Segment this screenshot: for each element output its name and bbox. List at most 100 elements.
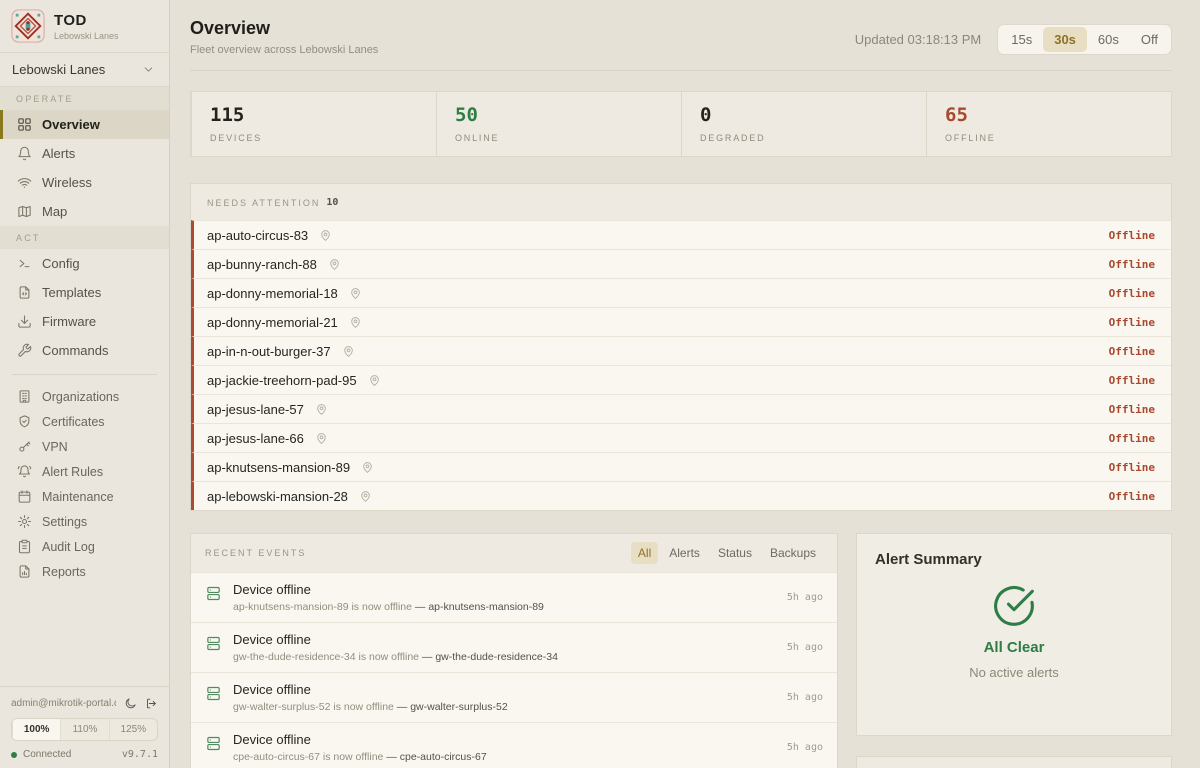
brand-text: TOD Lebowski Lanes: [54, 12, 119, 41]
building-icon: [17, 389, 32, 404]
sidebar-item-certificates[interactable]: Certificates: [0, 409, 169, 434]
server-icon: [205, 635, 222, 652]
map-pin-icon[interactable]: [349, 316, 362, 329]
device-status: Offline: [1109, 345, 1155, 358]
sidebar-item-overview[interactable]: Overview: [0, 110, 169, 139]
ui-zoom-control: 100%110%125%: [11, 718, 158, 741]
attention-row[interactable]: ap-jackie-treehorn-pad-95 Offline: [191, 365, 1171, 394]
event-filter-all[interactable]: All: [631, 542, 658, 564]
tod-logo-icon: [11, 9, 45, 43]
event-row[interactable]: Device offline gw-walter-surplus-52 is n…: [191, 672, 837, 722]
needs-attention-label: NEEDS ATTENTION: [207, 198, 320, 208]
attention-row[interactable]: ap-donny-memorial-18 Offline: [191, 278, 1171, 307]
sidebar-item-maintenance[interactable]: Maintenance: [0, 484, 169, 509]
sidebar-item-settings[interactable]: Settings: [0, 509, 169, 534]
section-label-operate: OPERATE: [0, 87, 169, 110]
gear-icon: [17, 514, 32, 529]
section-label-act: ACT: [0, 226, 169, 249]
device-status: Offline: [1109, 229, 1155, 242]
map-pin-icon[interactable]: [315, 403, 328, 416]
event-time: 5h ago: [787, 692, 823, 703]
event-title: Device offline: [233, 632, 558, 647]
sidebar-item-config[interactable]: Config: [0, 249, 169, 278]
org-selector[interactable]: Lebowski Lanes: [0, 53, 169, 87]
theme-toggle-moon-icon[interactable]: [124, 697, 137, 710]
event-body: Device offline gw-walter-surplus-52 is n…: [233, 682, 508, 713]
key-icon: [17, 439, 32, 454]
device-status: Offline: [1109, 461, 1155, 474]
user-email: admin@mikrotik-portal.dev: [11, 698, 116, 709]
app-version: v9.7.1: [122, 749, 158, 760]
stat-card: 50 ONLINE: [436, 92, 681, 156]
sidebar-item-reports[interactable]: Reports: [0, 559, 169, 584]
wifi-icon: [17, 175, 32, 190]
sidebar-item-map[interactable]: Map: [0, 197, 169, 226]
event-device: — cpe-auto-circus-67: [386, 751, 486, 763]
zoom-option-110[interactable]: 110%: [60, 719, 108, 740]
sidebar-item-templates[interactable]: Templates: [0, 278, 169, 307]
quick-actions-header: QUICK ACTIONS: [857, 757, 1171, 768]
file-chart-icon: [17, 564, 32, 579]
page-header: Overview Fleet overview across Lebowski …: [190, 18, 1172, 71]
sidebar-item-alert-rules[interactable]: Alert Rules: [0, 459, 169, 484]
event-row[interactable]: Device offline cpe-auto-circus-67 is now…: [191, 722, 837, 768]
event-filter-backups[interactable]: Backups: [763, 542, 823, 564]
logout-icon[interactable]: [145, 697, 158, 710]
attention-row[interactable]: ap-jesus-lane-66 Offline: [191, 423, 1171, 452]
event-row[interactable]: Device offline gw-the-dude-residence-34 …: [191, 622, 837, 672]
sidebar-item-commands[interactable]: Commands: [0, 336, 169, 365]
sidebar-item-alerts[interactable]: Alerts: [0, 139, 169, 168]
attention-row[interactable]: ap-auto-circus-83 Offline: [191, 220, 1171, 249]
attention-row[interactable]: ap-knutsens-mansion-89 Offline: [191, 452, 1171, 481]
all-clear-block: All Clear No active alerts: [875, 584, 1153, 680]
main-content: Overview Fleet overview across Lebowski …: [170, 0, 1200, 768]
zoom-option-125[interactable]: 125%: [109, 719, 157, 740]
map-pin-icon[interactable]: [359, 490, 372, 503]
sidebar-item-organizations[interactable]: Organizations: [0, 384, 169, 409]
quick-actions-panel: QUICK ACTIONS: [856, 756, 1172, 768]
sidebar-item-audit-log[interactable]: Audit Log: [0, 534, 169, 559]
attention-row[interactable]: ap-donny-memorial-21 Offline: [191, 307, 1171, 336]
map-pin-icon[interactable]: [328, 258, 341, 271]
page-title-block: Overview Fleet overview across Lebowski …: [190, 18, 378, 56]
app-root: TOD Lebowski Lanes Lebowski Lanes OPERAT…: [0, 0, 1200, 768]
org-selector-value: Lebowski Lanes: [12, 62, 105, 77]
attention-row[interactable]: ap-lebowski-mansion-28 Offline: [191, 481, 1171, 510]
interval-option-off[interactable]: Off: [1130, 27, 1169, 52]
interval-option-60s[interactable]: 60s: [1087, 27, 1130, 52]
nav-act: Config Templates Firmware Commands: [0, 249, 169, 365]
sidebar-item-firmware[interactable]: Firmware: [0, 307, 169, 336]
map-pin-icon[interactable]: [349, 287, 362, 300]
attention-row[interactable]: ap-bunny-ranch-88 Offline: [191, 249, 1171, 278]
sidebar-item-vpn[interactable]: VPN: [0, 434, 169, 459]
map-pin-icon[interactable]: [315, 432, 328, 445]
sidebar-footer: admin@mikrotik-portal.dev 100%110%125% C…: [0, 686, 169, 768]
check-circle-icon: [992, 584, 1036, 628]
interval-option-15s[interactable]: 15s: [1000, 27, 1043, 52]
sidebar-item-wireless[interactable]: Wireless: [0, 168, 169, 197]
header-right: Updated 03:18:13 PM 15s30s60sOff: [855, 24, 1172, 55]
event-filter-alerts[interactable]: Alerts: [662, 542, 707, 564]
device-status: Offline: [1109, 258, 1155, 271]
connected-dot: [11, 752, 17, 758]
zoom-option-100[interactable]: 100%: [12, 719, 60, 740]
event-device: — ap-knutsens-mansion-89: [415, 601, 544, 613]
map-pin-icon[interactable]: [368, 374, 381, 387]
interval-option-30s[interactable]: 30s: [1043, 27, 1087, 52]
event-title: Device offline: [233, 582, 544, 597]
map-pin-icon[interactable]: [319, 229, 332, 242]
alert-summary-title: Alert Summary: [875, 551, 1153, 568]
shield-check-icon: [17, 414, 32, 429]
sidebar-divider: [12, 374, 157, 375]
event-row[interactable]: Device offline ap-knutsens-mansion-89 is…: [191, 572, 837, 622]
attention-row[interactable]: ap-in-n-out-burger-37 Offline: [191, 336, 1171, 365]
map-pin-icon[interactable]: [342, 345, 355, 358]
map-pin-icon[interactable]: [361, 461, 374, 474]
needs-attention-panel: NEEDS ATTENTION 10 ap-auto-circus-83 Off…: [190, 183, 1172, 511]
connection-status: Connected: [11, 749, 71, 760]
stat-card: 65 OFFLINE: [926, 92, 1171, 156]
refresh-interval-control: 15s30s60sOff: [997, 24, 1172, 55]
device-status: Offline: [1109, 403, 1155, 416]
attention-row[interactable]: ap-jesus-lane-57 Offline: [191, 394, 1171, 423]
event-filter-status[interactable]: Status: [711, 542, 759, 564]
